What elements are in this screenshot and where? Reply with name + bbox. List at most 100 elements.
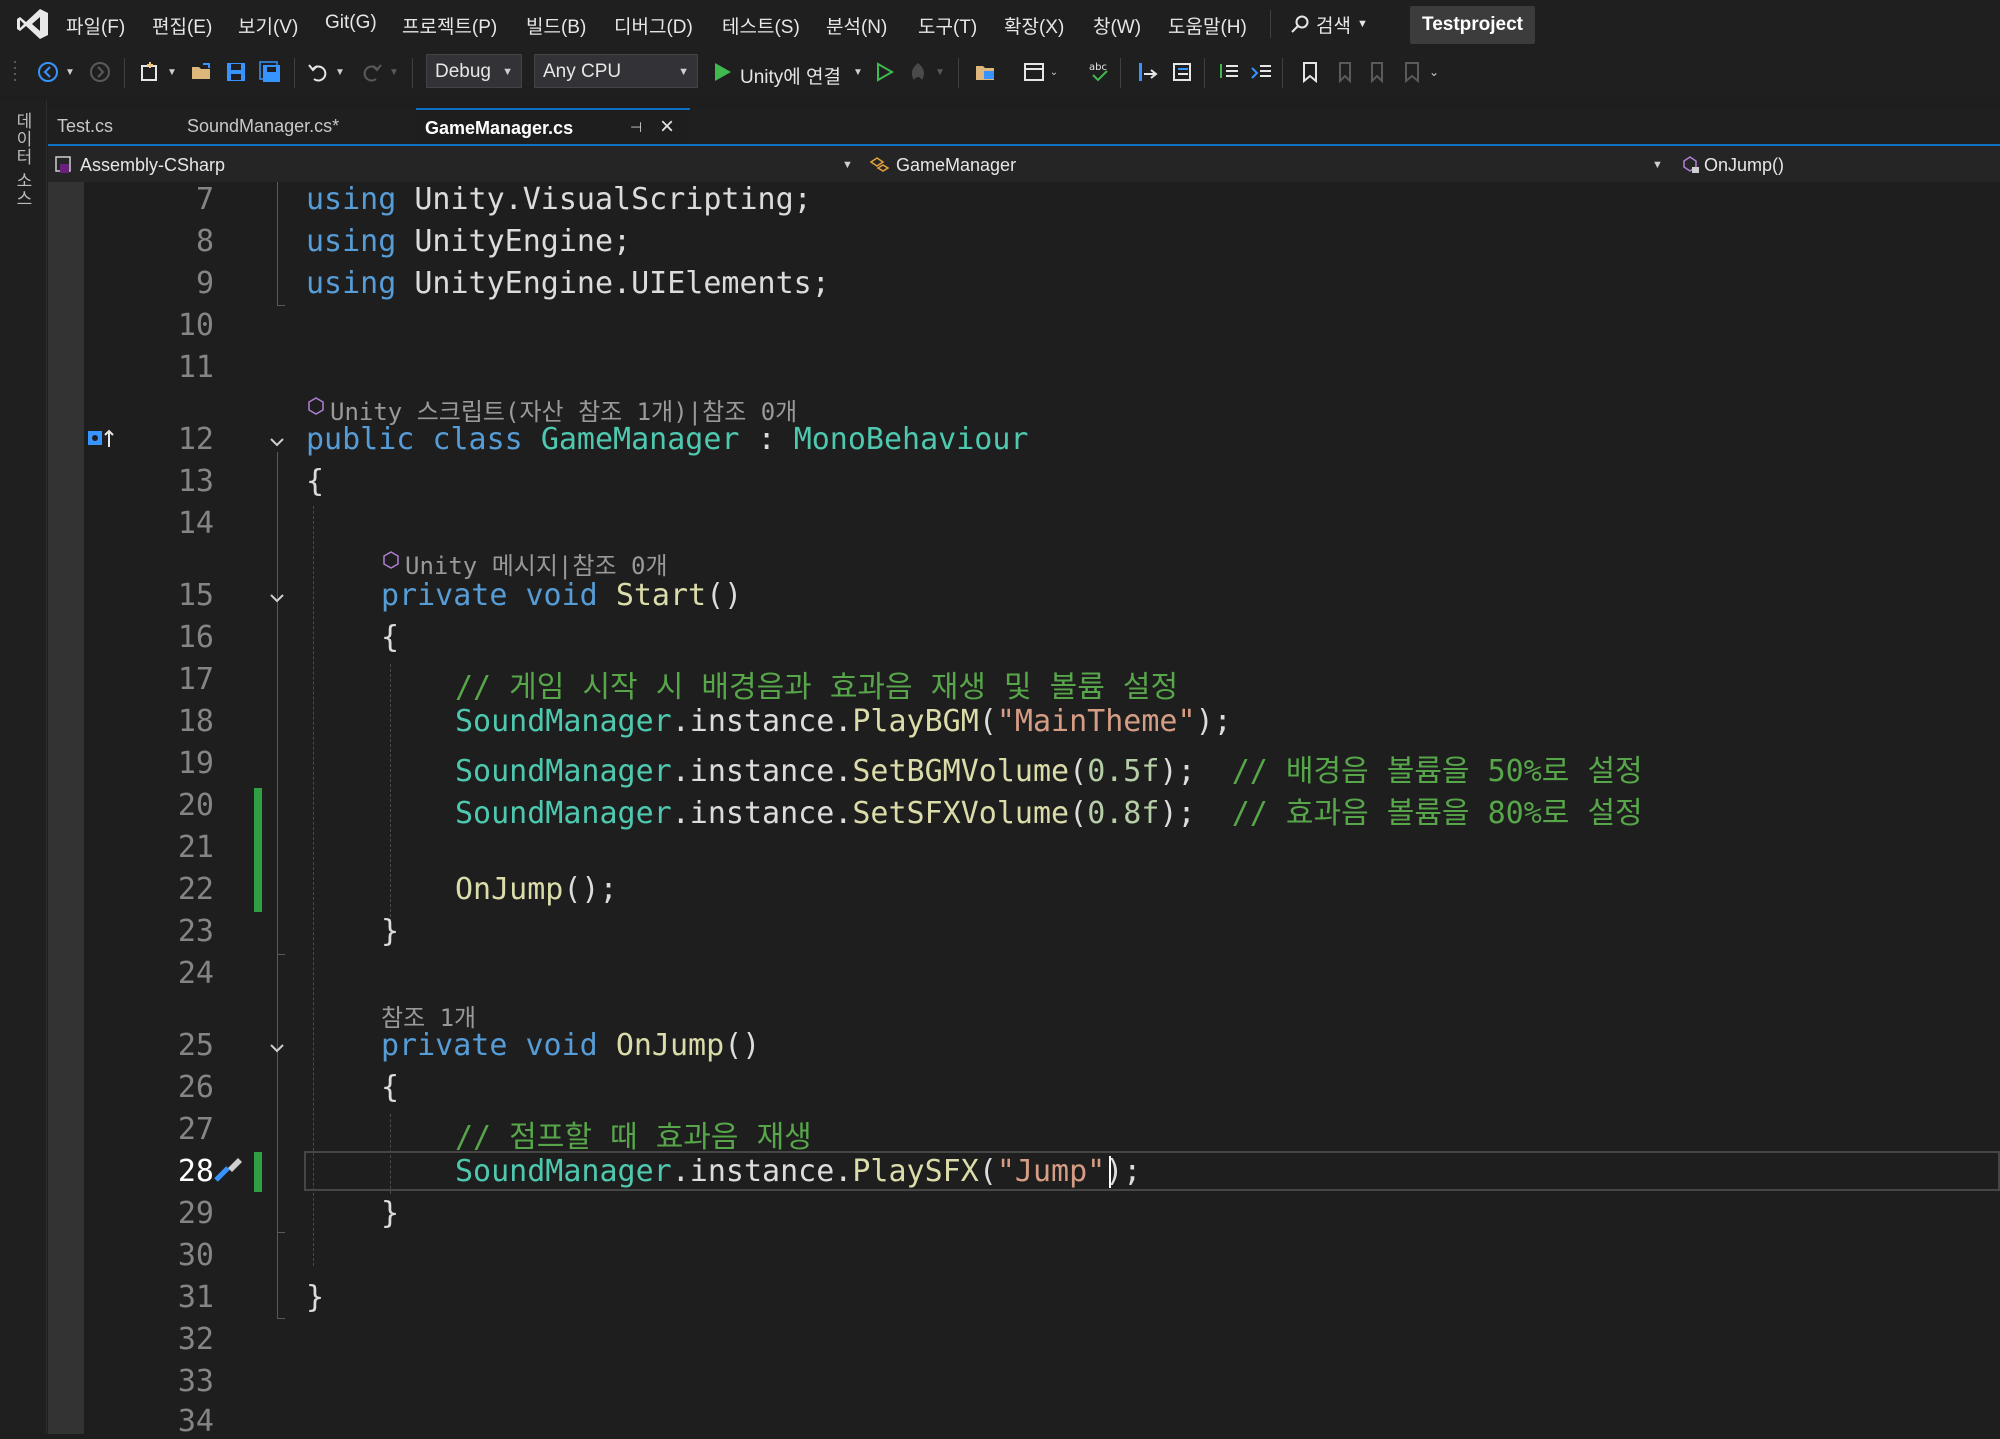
member-dropdown[interactable]: OnJump() bbox=[1676, 146, 2000, 182]
code-line-7[interactable]: using Unity.VisualScripting; bbox=[306, 182, 812, 217]
chevron-down-icon: ▼ bbox=[678, 66, 689, 78]
menu-file[interactable]: 파일(F) bbox=[66, 12, 125, 39]
tab-soundmanager-cs[interactable]: SoundManager.cs* bbox=[178, 108, 414, 144]
line-number: 19 bbox=[177, 746, 214, 781]
code-line-29[interactable]: } bbox=[381, 1196, 399, 1231]
close-icon[interactable]: × bbox=[660, 109, 674, 145]
code-line-25[interactable]: private void OnJump() bbox=[381, 1028, 760, 1063]
tab-test-cs[interactable]: Test.cs bbox=[48, 108, 178, 144]
change-indicator bbox=[254, 788, 262, 912]
collapse-chevron-icon[interactable] bbox=[268, 433, 286, 451]
code-line-26[interactable]: { bbox=[381, 1070, 399, 1105]
solution-configuration-select[interactable]: Debug ▼ bbox=[426, 54, 522, 88]
new-project-icon[interactable] bbox=[136, 58, 164, 86]
overflow-chevron-icon[interactable]: ⌄ bbox=[1046, 58, 1062, 86]
menu-tools[interactable]: 도구(T) bbox=[918, 12, 977, 39]
code-line-31[interactable]: } bbox=[306, 1280, 324, 1315]
toolbar-separator bbox=[958, 58, 959, 88]
code-line-28[interactable]: SoundManager.instance.PlaySFX("Jump"); bbox=[455, 1154, 1141, 1189]
comment: // 효과음 볼륨을 80%로 설정 bbox=[1231, 796, 1643, 831]
solution-platform-select[interactable]: Any CPU ▼ bbox=[534, 54, 698, 88]
code-line-19[interactable]: SoundManager.instance.SetBGMVolume(0.5f)… bbox=[455, 746, 1643, 790]
code-line-27[interactable]: // 점프할 때 효과음 재생 bbox=[455, 1112, 812, 1156]
code-line-16[interactable]: { bbox=[381, 620, 399, 655]
chevron-down-icon[interactable]: ▼ bbox=[332, 58, 348, 86]
chevron-down-icon[interactable]: ▼ bbox=[164, 58, 180, 86]
line-number: 30 bbox=[177, 1238, 214, 1273]
pin-icon[interactable]: ⊣ bbox=[630, 109, 642, 145]
code-line-13[interactable]: { bbox=[306, 464, 324, 499]
navigate-back-icon[interactable] bbox=[34, 58, 62, 86]
line-number: 20 bbox=[177, 788, 214, 823]
open-folder-icon[interactable] bbox=[188, 58, 216, 86]
menu-analyze[interactable]: 분석(N) bbox=[826, 12, 887, 39]
line-number: 32 bbox=[177, 1322, 214, 1357]
uncomment-lines-icon[interactable] bbox=[1248, 58, 1276, 86]
search-box[interactable]: 검색 ▼ bbox=[1290, 10, 1368, 38]
project-dropdown[interactable]: Assembly-CSharp ▼ bbox=[48, 146, 858, 182]
step-into-icon[interactable] bbox=[1134, 58, 1162, 86]
code-line-23[interactable]: } bbox=[381, 914, 399, 949]
code-line-22[interactable]: OnJump(); bbox=[455, 872, 618, 907]
visual-studio-logo-icon[interactable] bbox=[14, 6, 50, 42]
save-icon[interactable] bbox=[222, 58, 250, 86]
platform-value: Any CPU bbox=[543, 61, 622, 82]
code-line-20[interactable]: SoundManager.instance.SetSFXVolume(0.8f)… bbox=[455, 788, 1643, 832]
left-tool-strip bbox=[0, 100, 47, 1434]
collapse-chevron-icon[interactable] bbox=[268, 1039, 286, 1057]
menu-edit[interactable]: 편집(E) bbox=[152, 12, 212, 39]
menu-bar: 파일(F) 편집(E) 보기(V) Git(G) 프로젝트(P) 빌드(B) 디… bbox=[0, 0, 2000, 50]
punctuation: .instance. bbox=[671, 704, 853, 739]
line-number: 14 bbox=[177, 506, 214, 541]
chevron-down-icon[interactable]: ▼ bbox=[850, 58, 866, 86]
code-line-17[interactable]: // 게임 시작 시 배경음과 효과음 재생 및 볼륨 설정 bbox=[455, 662, 1178, 706]
chevron-down-icon: ▼ bbox=[842, 159, 853, 171]
code-line-15[interactable]: private void Start() bbox=[381, 578, 742, 613]
menu-test[interactable]: 테스트(S) bbox=[722, 12, 800, 39]
show-next-statement-icon[interactable] bbox=[1168, 58, 1196, 86]
menu-project[interactable]: 프로젝트(P) bbox=[402, 12, 497, 39]
code-line-18[interactable]: SoundManager.instance.PlayBGM("MainTheme… bbox=[455, 704, 1232, 739]
tab-gamemanager-cs[interactable]: GameManager.cs ⊣ × bbox=[416, 108, 690, 144]
save-all-icon[interactable] bbox=[256, 58, 284, 86]
start-debugging-icon[interactable] bbox=[708, 58, 736, 86]
menu-separator bbox=[1270, 10, 1271, 38]
comment-lines-icon[interactable] bbox=[1216, 58, 1244, 86]
number-literal: 0.8f bbox=[1087, 796, 1160, 831]
menu-extensions[interactable]: 확장(X) bbox=[1004, 12, 1064, 39]
project-name-badge[interactable]: Testproject bbox=[1410, 6, 1536, 44]
code-line-12[interactable]: public class GameManager : MonoBehaviour bbox=[306, 422, 1029, 457]
collapse-chevron-icon[interactable] bbox=[268, 589, 286, 607]
line-number: 24 bbox=[177, 956, 214, 991]
menu-view[interactable]: 보기(V) bbox=[238, 12, 298, 39]
quick-actions-icon[interactable] bbox=[212, 1152, 246, 1191]
punctuation: : bbox=[757, 422, 776, 457]
menu-window[interactable]: 창(W) bbox=[1093, 12, 1141, 39]
bookmark-icon[interactable] bbox=[1296, 58, 1324, 86]
brace: { bbox=[381, 1070, 400, 1105]
attach-unity-button[interactable]: Unity에 연결 bbox=[740, 62, 841, 89]
code-line-9[interactable]: using UnityEngine.UIElements; bbox=[306, 266, 830, 301]
search-icon bbox=[1291, 15, 1309, 33]
chevron-down-icon[interactable]: ▼ bbox=[62, 58, 78, 86]
unity-script-glyph-icon[interactable] bbox=[86, 428, 118, 455]
solution-explorer-icon[interactable] bbox=[972, 58, 1000, 86]
navigate-forward-icon[interactable] bbox=[86, 58, 114, 86]
outline-end bbox=[277, 305, 285, 306]
redo-icon[interactable] bbox=[358, 58, 386, 86]
menu-help[interactable]: 도움말(H) bbox=[1168, 12, 1247, 39]
number-literal: 0.5f bbox=[1087, 754, 1160, 789]
start-without-debugging-icon[interactable] bbox=[870, 58, 898, 86]
overflow-chevron-icon[interactable]: ⌄ bbox=[1426, 58, 1442, 86]
spell-check-icon[interactable]: abc bbox=[1086, 58, 1114, 86]
code-line-8[interactable]: using UnityEngine; bbox=[306, 224, 631, 259]
menu-git[interactable]: Git(G) bbox=[325, 12, 377, 34]
window-layout-icon[interactable] bbox=[1020, 58, 1048, 86]
undo-icon[interactable] bbox=[304, 58, 332, 86]
data-sources-tab[interactable]: 데이터 소스 bbox=[10, 112, 35, 208]
unity-cube-icon bbox=[308, 397, 324, 415]
search-label: 검색 bbox=[1316, 15, 1351, 37]
menu-build[interactable]: 빌드(B) bbox=[526, 12, 586, 39]
menu-debug[interactable]: 디버그(D) bbox=[614, 12, 693, 39]
line-number: 9 bbox=[195, 266, 214, 301]
